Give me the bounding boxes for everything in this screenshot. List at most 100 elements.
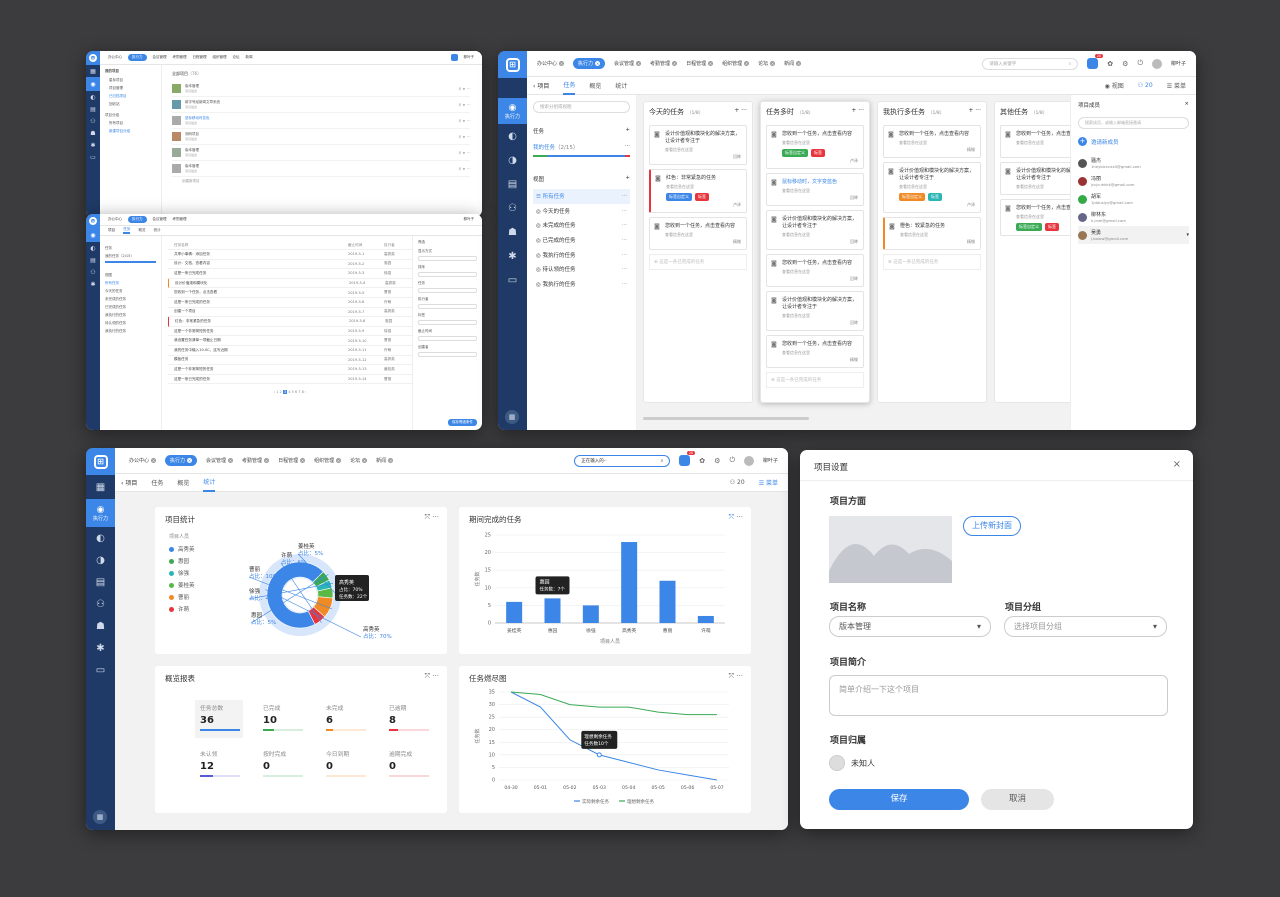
completed-task-item[interactable]: ⊕ 这是一条已完成的任务 [766,372,864,388]
more-icon[interactable]: ··· [622,208,627,214]
table-row[interactable]: 这是一个非常简短的任务 2019-5-9 徐强 [168,327,412,337]
execute-icon[interactable]: ◉ 执行力 [498,98,527,124]
completed-task-item[interactable]: ⊕ 这是一条已完成的任务 [649,254,747,270]
task-card[interactable]: ◙ 您收到一个任务，点击查看内容查看信息在这里精锄 [883,125,981,158]
power-icon[interactable]: ⏻ [729,456,735,465]
gift-icon[interactable]: ✿ [1107,60,1113,68]
back-link[interactable]: ‹ 项目 [121,478,137,487]
task-check-icon[interactable]: ◙ [771,260,777,267]
nav-tab-meeting[interactable]: 会议管理 [153,217,167,222]
execute-icon[interactable]: ◉ 执行力 [86,499,115,527]
nav-tab-news[interactable]: 新闻 [246,55,253,60]
nav-tab-meeting[interactable]: 会议管理 × [614,60,642,67]
user-name[interactable]: 柳叶子 [464,55,475,60]
table-row[interactable]: 这是一条已完成的任务 2019-5-14 曹丽 [168,375,412,385]
task-check-icon[interactable]: ◙ [771,297,777,304]
more-icon[interactable]: ··· [622,252,627,258]
view-item[interactable]: ◎ 待认领的任务 ··· [533,262,630,277]
column-actions[interactable]: + ··· [734,107,747,117]
task-card[interactable]: ◙ 您收到一个任务，点击查看内容查看信息在这里精锄 [1000,125,1070,158]
task-check-icon[interactable]: ◙ [771,179,777,186]
cancel-button[interactable]: 取消 [981,789,1054,810]
intro-textarea[interactable]: 简单介绍一下这个项目 [829,675,1168,716]
table-row[interactable]: 我的任务中输入10.0C，这写近期 2019-5-11 许萌 [168,346,412,356]
add-view-icon[interactable]: + [625,175,630,183]
task-card[interactable]: ◙ 设计价值观和模块化的解决方案，让设计者专注于 查看信息在这里 回眸 [649,125,747,165]
nav-tab-news[interactable]: 新闻 × [784,60,802,67]
gift-icon[interactable]: ✿ [699,457,705,465]
view-search[interactable]: 搜索分组或视图 [533,101,630,113]
org-icon[interactable]: ⚇ [498,196,527,220]
save-button[interactable]: 保存 [829,789,969,810]
gear-icon[interactable]: ⚙ [1122,60,1128,68]
nav-tab-execute[interactable]: 执行力 [128,216,147,223]
task-check-icon[interactable]: ◙ [888,168,894,175]
org-icon[interactable]: ⚇ [86,115,100,127]
view-item[interactable]: ◎ 我执行的任务 ··· [533,247,630,262]
owner-avatar[interactable] [829,755,845,771]
people-icon[interactable]: ◐ [86,91,100,103]
task-card[interactable]: ◙ 设计价值观和模块化的解决方案，让设计者专注于 查看信息在这里 回眸 [766,291,864,331]
nav-tab-schedule[interactable]: 日程管理 [193,55,207,60]
menu-button[interactable]: ☰ 菜单 [1167,81,1186,90]
people-icon[interactable]: ◐ [86,242,100,254]
nav-tab-forum[interactable]: 论坛 [233,55,240,60]
member-item[interactable]: 胡军 1jddusiyy@gmail.com [1078,190,1189,208]
view-item[interactable]: ◎ 已完成的任务 ··· [533,233,630,248]
chat-icon[interactable]: 20 [679,451,696,466]
more-icon[interactable]: ··· [622,266,627,272]
upload-cover-button[interactable]: 上传新封面 [963,516,1021,536]
nav-tab-attendance[interactable]: 考勤管理 × [242,457,270,464]
view-item[interactable]: 待认领的任务 [105,321,156,326]
side-menu-item[interactable]: 回收站 [105,102,156,107]
filter-select[interactable] [418,272,477,277]
row-actions[interactable]: ⚲ ★ ··· [459,167,470,171]
nav-tab-execute[interactable]: 执行力 × [573,58,606,69]
task-check-icon[interactable]: ◙ [1005,205,1011,212]
column-actions[interactable]: + ··· [968,107,981,117]
filter-select[interactable] [418,304,477,309]
calendar-icon[interactable]: ▤ [86,103,100,115]
group-select[interactable]: 选择项目分组 ▾ [1004,616,1167,637]
task-check-icon[interactable]: ◙ [654,223,660,230]
task-check-icon[interactable]: ◙ [888,131,894,138]
my-tasks[interactable]: 我的任务（2/15） ··· [533,143,630,151]
nav-tab-meeting[interactable]: 会议管理 [153,55,167,60]
invite-member-button[interactable]: + 邀请新成员 [1078,137,1189,146]
view-item[interactable]: 今天的任务 [105,289,156,294]
nav-tab-attendance[interactable]: 考勤管理 [173,217,187,222]
side-menu-item[interactable]: 星标项目 [105,78,156,83]
task-card[interactable]: ◙ 红色：非常紧急的任务 查看信息在这里 标签自定义 标签 卢泽 [649,169,747,213]
side-menu-item[interactable]: 项目管理 [105,86,156,91]
view-item[interactable]: 所有任务 [105,281,156,286]
member-item[interactable]: 骚杰 1heyblcccxx0@gmail.com [1078,154,1189,172]
nav-tab-meeting[interactable]: 会议管理 × [206,457,234,464]
pagination[interactable]: ‹ 1 2 3 4 5 6 7 8 › [168,390,412,395]
table-row[interactable]: 设计价值观和模块化 2019-5-4 高秀英 [168,278,412,289]
tab-stats[interactable]: 统计 [154,228,161,233]
add-task-group-icon[interactable]: + [625,127,630,135]
table-row[interactable]: 模板任务 2019-5-12 高秀英 [168,356,412,366]
table-row[interactable]: 创建一个项目 2019-5-7 高秀英 [168,308,412,318]
name-select[interactable]: 版本管理 ▾ [829,616,991,637]
view-item[interactable]: ☰ 所有任务 ··· [533,189,630,204]
view-item[interactable]: ◎ 我执行的任务 ··· [533,277,630,292]
calendar-icon[interactable]: ▤ [498,172,527,196]
filter-select[interactable] [418,256,477,261]
back-link[interactable]: ‹ 项目 [533,81,549,90]
my-tasks[interactable]: 我的任务（2/15） [105,254,156,259]
people-icon[interactable]: ◐ [498,124,527,148]
tools-icon[interactable]: ✱ [86,278,100,290]
avatar[interactable] [743,455,754,466]
org-icon[interactable]: ⚇ [86,593,115,615]
nav-tab-office[interactable]: 办公中心 [108,55,122,60]
side-menu-item[interactable]: 已归档项目 [105,94,156,99]
side-menu-item[interactable]: 所有项目 [105,121,156,126]
completed-task-item[interactable]: ⊕ 这是一条已完成的任务 [883,254,981,270]
more-icon[interactable]: ··· [622,193,627,199]
task-card[interactable]: ◙ 您收到一个任务，点击查看内容 查看信息在这里 标签自定义 标签 卢泽 [766,125,864,169]
task-check-icon[interactable]: ◙ [654,131,660,138]
task-card[interactable]: ◙ 橙色：较紧急的任务 查看信息在这里 精锄 [883,217,981,250]
table-row[interactable]: 这是一条已完成的任务 2019-5-6 许萌 [168,298,412,308]
tab-tasks[interactable]: 任务 [563,76,576,95]
